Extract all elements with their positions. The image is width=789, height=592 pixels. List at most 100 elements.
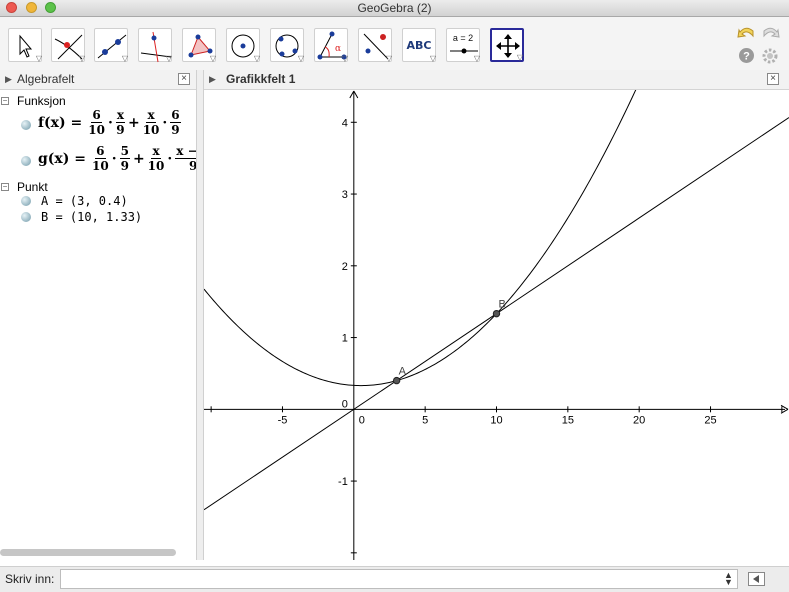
command-input[interactable] [60,569,738,589]
multiply-dot-icon: · [162,114,168,131]
tool-menu-arrow-icon: ▽ [297,54,304,63]
slider-tool-button[interactable]: a = 2 ▽ [446,28,480,63]
x-tick-label: 5 [422,414,428,426]
x-tick-label: 10 [490,414,502,426]
keyboard-toggle-icon[interactable] [748,572,765,586]
close-graphics-view-button[interactable]: × [767,73,779,85]
fraction: 6 10 [92,144,109,173]
svg-text:?: ? [743,51,750,63]
point-a[interactable] [392,376,401,385]
tool-menu-arrow-icon: ▽ [385,54,392,63]
redo-icon[interactable] [761,23,781,41]
close-algebra-view-button[interactable]: × [178,73,190,85]
point-a-definition[interactable]: A = (3, 0.4) [41,194,128,208]
x-tick-label: -5 [278,414,288,426]
point-b-visibility-toggle[interactable] [21,212,31,222]
graphics-view[interactable]: -5 0 5 10 15 20 25 4 3 2 1 0 -1 A B [204,90,789,560]
tool-menu-arrow-icon: ▽ [341,54,348,63]
numerator: 6 [91,108,102,123]
fraction: 69 [170,108,181,137]
fraction: 6 10 [88,108,105,137]
collapse-triangle-icon[interactable]: ▶ [209,74,216,85]
point-b-label: B [499,299,506,311]
view-divider[interactable] [196,70,204,560]
fraction: 59 [119,144,130,173]
denominator: 10 [147,159,165,173]
function-g-visibility-toggle[interactable] [21,156,31,166]
numerator: x [151,144,161,159]
fraction: x − 19 [175,144,196,173]
x-tick-label: 25 [704,414,716,426]
plus-sign-icon: + [127,114,140,131]
denominator: 9 [116,123,125,137]
denominator: 10 [92,159,109,173]
denominator: 10 [142,123,160,137]
text-tool-button[interactable]: ABC ▽ [402,28,436,63]
plus-sign-icon: + [132,150,145,167]
circle-center-point-tool-button[interactable]: ▽ [226,28,260,63]
algebra-view-header: ▶ Algebrafelt × [0,70,196,90]
svg-text:α: α [335,44,341,54]
x-tick-label: 0 [359,414,365,426]
multiply-dot-icon: · [167,150,173,167]
text-tool-icon: ABC [406,39,432,52]
input-bar: Skriv inn: ▲ ▼ [0,566,789,592]
function-name: f(x) = [38,114,83,131]
point-b[interactable] [492,309,501,318]
move-tool-button[interactable]: ▽ [8,28,42,63]
fraction: x 10 [143,108,160,137]
y-tick-label: 2 [342,261,348,273]
tool-menu-arrow-icon: ▽ [516,53,523,62]
x-tick-label: 15 [562,414,574,426]
fraction: x 10 [148,144,165,173]
collapse-minus-icon[interactable]: − [1,183,9,191]
numerator: 6 [95,144,106,159]
numerator: x − 1 [175,144,196,159]
point-a-visibility-toggle[interactable] [21,196,31,206]
group-label: Punkt [17,180,48,194]
title-bar: GeoGebra (2) [0,0,789,17]
y-tick-label: 1 [342,333,348,345]
group-label: Funksjon [17,94,66,108]
y-tick-label: 0 [342,398,348,410]
y-tick-label: -1 [338,476,348,488]
circle-three-points-tool-button[interactable]: ▽ [270,28,304,63]
numerator: x [146,108,156,123]
collapse-minus-icon[interactable]: − [1,97,9,105]
y-tick-label: 4 [342,117,348,129]
algebra-view: − Funksjon f(x) = 6 10 · x9 + x 10 · 69 g(… [0,90,196,560]
perpendicular-line-tool-button[interactable]: ▽ [138,28,172,63]
graphics-canvas[interactable]: -5 0 5 10 15 20 2543210-1AB [204,90,789,560]
y-tick-label: 3 [342,189,348,201]
fraction: x9 [115,108,125,137]
numerator: 5 [119,144,130,159]
collapse-triangle-icon[interactable]: ▶ [5,74,12,85]
input-label: Skriv inn: [5,572,55,586]
line-tool-button[interactable]: ▽ [94,28,128,63]
x-tick-label: 20 [633,414,645,426]
undo-icon[interactable] [736,23,756,41]
help-icon[interactable]: ? [738,47,755,64]
move-graphics-view-tool-button[interactable]: ▽ [490,28,524,62]
multiply-dot-icon: · [111,150,117,167]
function-g-curve[interactable] [204,90,789,387]
tool-menu-arrow-icon: ▽ [253,54,260,63]
tool-menu-arrow-icon: ▽ [121,54,128,63]
settings-gear-icon[interactable] [761,47,779,65]
reflect-tool-button[interactable]: ▽ [358,28,392,63]
function-f-visibility-toggle[interactable] [21,120,31,130]
point-b-definition[interactable]: B = (10, 1.33) [41,210,142,224]
function-name: g(x) = [38,150,86,167]
toolbar: ▽ ▽ ▽ ▽ ▽ ▽ ▽ α ▽ ▽ ABC ▽ a = 2 ▽ ▽ ? [0,17,789,71]
function-g-expression[interactable]: g(x) = 610 · 59 + x10 · x − 19 [38,144,196,173]
algebra-view-title: Algebrafelt [17,72,75,86]
angle-tool-button[interactable]: α ▽ [314,28,348,63]
function-f-expression[interactable]: f(x) = 6 10 · x9 + x 10 · 69 [38,108,183,137]
polygon-tool-button[interactable]: ▽ [182,28,216,63]
input-history-arrows-icon[interactable]: ▲ ▼ [724,571,733,587]
intersect-tool-button[interactable]: ▽ [51,28,85,63]
algebra-horizontal-scrollbar[interactable] [0,549,176,556]
denominator: 9 [189,159,196,173]
numerator: x [115,108,125,123]
denominator: 9 [171,123,180,137]
